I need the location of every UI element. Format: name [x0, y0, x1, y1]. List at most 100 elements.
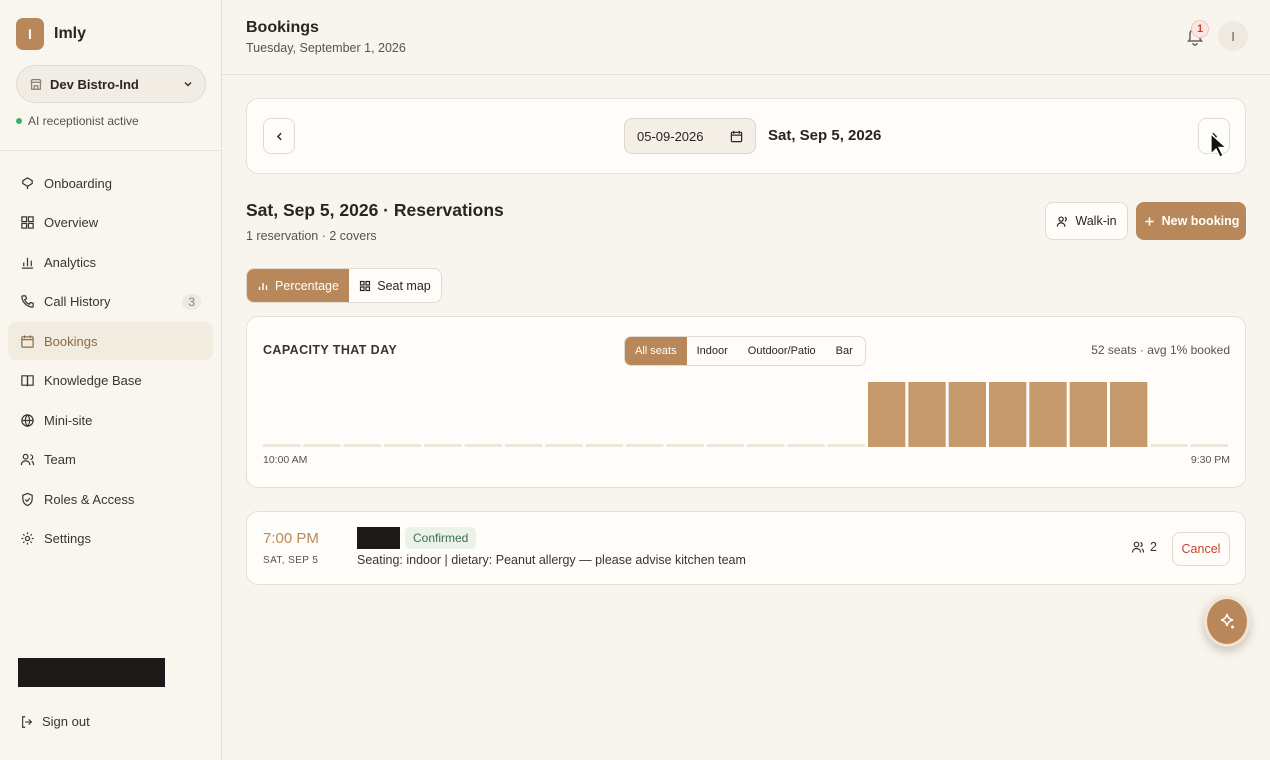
- date-input-value: 05-09-2026: [637, 128, 704, 144]
- book-icon: [21, 375, 34, 387]
- capacity-bar[interactable]: [706, 444, 744, 447]
- capacity-bar[interactable]: [545, 444, 583, 447]
- view-toggle: Percentage Seat map: [246, 268, 442, 303]
- capacity-bar[interactable]: [1029, 382, 1067, 447]
- capacity-bar[interactable]: [948, 382, 986, 447]
- plus-icon: [1144, 216, 1154, 226]
- capacity-bar[interactable]: [989, 382, 1027, 447]
- capacity-bar[interactable]: [384, 444, 422, 447]
- tab-seat-map[interactable]: Seat map: [349, 269, 441, 302]
- chevron-down-icon: [184, 81, 192, 87]
- capacity-bar[interactable]: [1150, 444, 1188, 447]
- tab-seat-map-label: Seat map: [377, 278, 431, 293]
- capacity-bar[interactable]: [1190, 444, 1228, 447]
- sidebar-item-mini-site[interactable]: Mini-site: [8, 401, 213, 439]
- ai-status-text: AI receptionist active: [28, 114, 139, 128]
- capacity-bar[interactable]: [747, 444, 785, 447]
- sidebar-item-label: Onboarding: [44, 175, 112, 191]
- filter-outdoor-patio[interactable]: Outdoor/Patio: [738, 337, 826, 365]
- sidebar-item-label: Bookings: [44, 333, 98, 349]
- sidebar-item-label: Call History: [44, 294, 111, 309]
- divider: [0, 150, 222, 151]
- restaurant-select[interactable]: Dev Bistro-Ind: [16, 65, 206, 103]
- booking-time: 7:00 PM: [263, 530, 319, 547]
- brand-logo: I: [16, 18, 44, 50]
- sidebar-item-analytics[interactable]: Analytics: [8, 243, 213, 281]
- sidebar-item-label: Mini-site: [44, 412, 93, 428]
- capacity-bar[interactable]: [827, 444, 865, 447]
- brand-name: Imly: [54, 25, 87, 42]
- sidebar-item-label: Roles & Access: [44, 491, 135, 507]
- gear-icon: [21, 532, 34, 545]
- capacity-bar[interactable]: [626, 444, 664, 447]
- sidebar-item-label: Overview: [44, 215, 99, 230]
- filter-all-seats[interactable]: All seats: [625, 337, 687, 365]
- capacity-title: CAPACITY THAT DAY: [263, 343, 398, 357]
- sidebar-item-label: Knowledge Base: [44, 373, 142, 388]
- capacity-bar[interactable]: [303, 444, 341, 447]
- sidebar-nav: Onboarding Overview Analytics Call Histo…: [8, 164, 213, 559]
- new-booking-button[interactable]: New booking: [1136, 202, 1246, 240]
- filter-bar[interactable]: Bar: [826, 337, 863, 365]
- capacity-bar[interactable]: [424, 444, 462, 447]
- sidebar-item-bookings[interactable]: Bookings: [8, 322, 213, 360]
- bar-chart-icon: [258, 282, 268, 290]
- capacity-bar[interactable]: [343, 444, 381, 447]
- users-icon: [1131, 541, 1145, 553]
- date-input[interactable]: 05-09-2026: [624, 118, 756, 154]
- capacity-card: CAPACITY THAT DAY All seats Indoor Outdo…: [246, 316, 1246, 488]
- capacity-bar[interactable]: [868, 382, 906, 447]
- booking-card[interactable]: 7:00 PM SAT, SEP 5 Confirmed Seating: in…: [246, 511, 1246, 585]
- restaurant-name: Dev Bistro-Ind: [50, 76, 139, 92]
- sidebar-item-overview[interactable]: Overview: [8, 204, 213, 242]
- status-dot-icon: [16, 118, 22, 124]
- calendar-icon[interactable]: [730, 130, 743, 143]
- cancel-booking-button[interactable]: Cancel: [1172, 532, 1230, 566]
- capacity-bar[interactable]: [1110, 382, 1148, 447]
- onboarding-icon: [22, 176, 33, 189]
- sidebar-item-knowledge-base[interactable]: Knowledge Base: [8, 362, 213, 400]
- selected-date-label: Sat, Sep 5, 2026: [768, 127, 882, 144]
- tab-percentage-label: Percentage: [275, 278, 339, 293]
- covers-count: 2: [1131, 540, 1157, 554]
- capacity-bar[interactable]: [263, 444, 301, 447]
- status-badge: Confirmed: [405, 527, 477, 549]
- capacity-bar[interactable]: [908, 382, 946, 447]
- new-booking-label: New booking: [1161, 214, 1240, 228]
- sidebar-item-roles-access[interactable]: Roles & Access: [8, 480, 213, 518]
- sign-out-button[interactable]: Sign out: [20, 714, 90, 729]
- filter-indoor[interactable]: Indoor: [687, 337, 738, 365]
- grid-icon: [21, 216, 34, 229]
- walk-in-button[interactable]: Walk-in: [1045, 202, 1128, 240]
- chevron-left-icon: [276, 132, 282, 140]
- capacity-bar[interactable]: [585, 444, 623, 447]
- sidebar-item-label: Analytics: [44, 254, 97, 270]
- capacity-bar[interactable]: [464, 444, 502, 447]
- capacity-bar[interactable]: [787, 444, 825, 447]
- sparkle-icon: [1220, 613, 1234, 628]
- ai-assistant-button[interactable]: [1204, 596, 1250, 647]
- capacity-bar[interactable]: [1069, 382, 1107, 447]
- chart-end-label: 9:30 PM: [1190, 454, 1230, 466]
- capacity-bar[interactable]: [666, 444, 704, 447]
- sidebar-item-settings[interactable]: Settings: [8, 520, 213, 558]
- date-navigator: 05-09-2026 Sat, Sep 5, 2026: [246, 98, 1246, 174]
- phone-icon: [21, 295, 34, 308]
- tab-percentage[interactable]: Percentage: [247, 269, 349, 302]
- call-count-badge: 3: [182, 293, 201, 310]
- brand[interactable]: I Imly: [16, 18, 86, 50]
- store-icon: [30, 79, 42, 90]
- calendar-icon: [21, 334, 34, 348]
- previous-day-button[interactable]: [263, 118, 295, 154]
- user-icon: [1057, 215, 1068, 227]
- page-title: Bookings: [246, 19, 319, 36]
- mouse-cursor-icon: [1210, 133, 1227, 158]
- sidebar-item-team[interactable]: Team: [8, 441, 213, 479]
- notification-badge: 1: [1191, 20, 1209, 38]
- sidebar-item-label: Settings: [44, 531, 91, 546]
- sidebar-item-call-history[interactable]: Call History 3: [8, 283, 213, 321]
- sidebar-item-onboarding[interactable]: Onboarding: [8, 164, 213, 202]
- avatar[interactable]: I: [1218, 21, 1248, 51]
- capacity-bar[interactable]: [505, 444, 543, 447]
- top-bar: Bookings Tuesday, September 1, 2026 1 I: [222, 0, 1270, 75]
